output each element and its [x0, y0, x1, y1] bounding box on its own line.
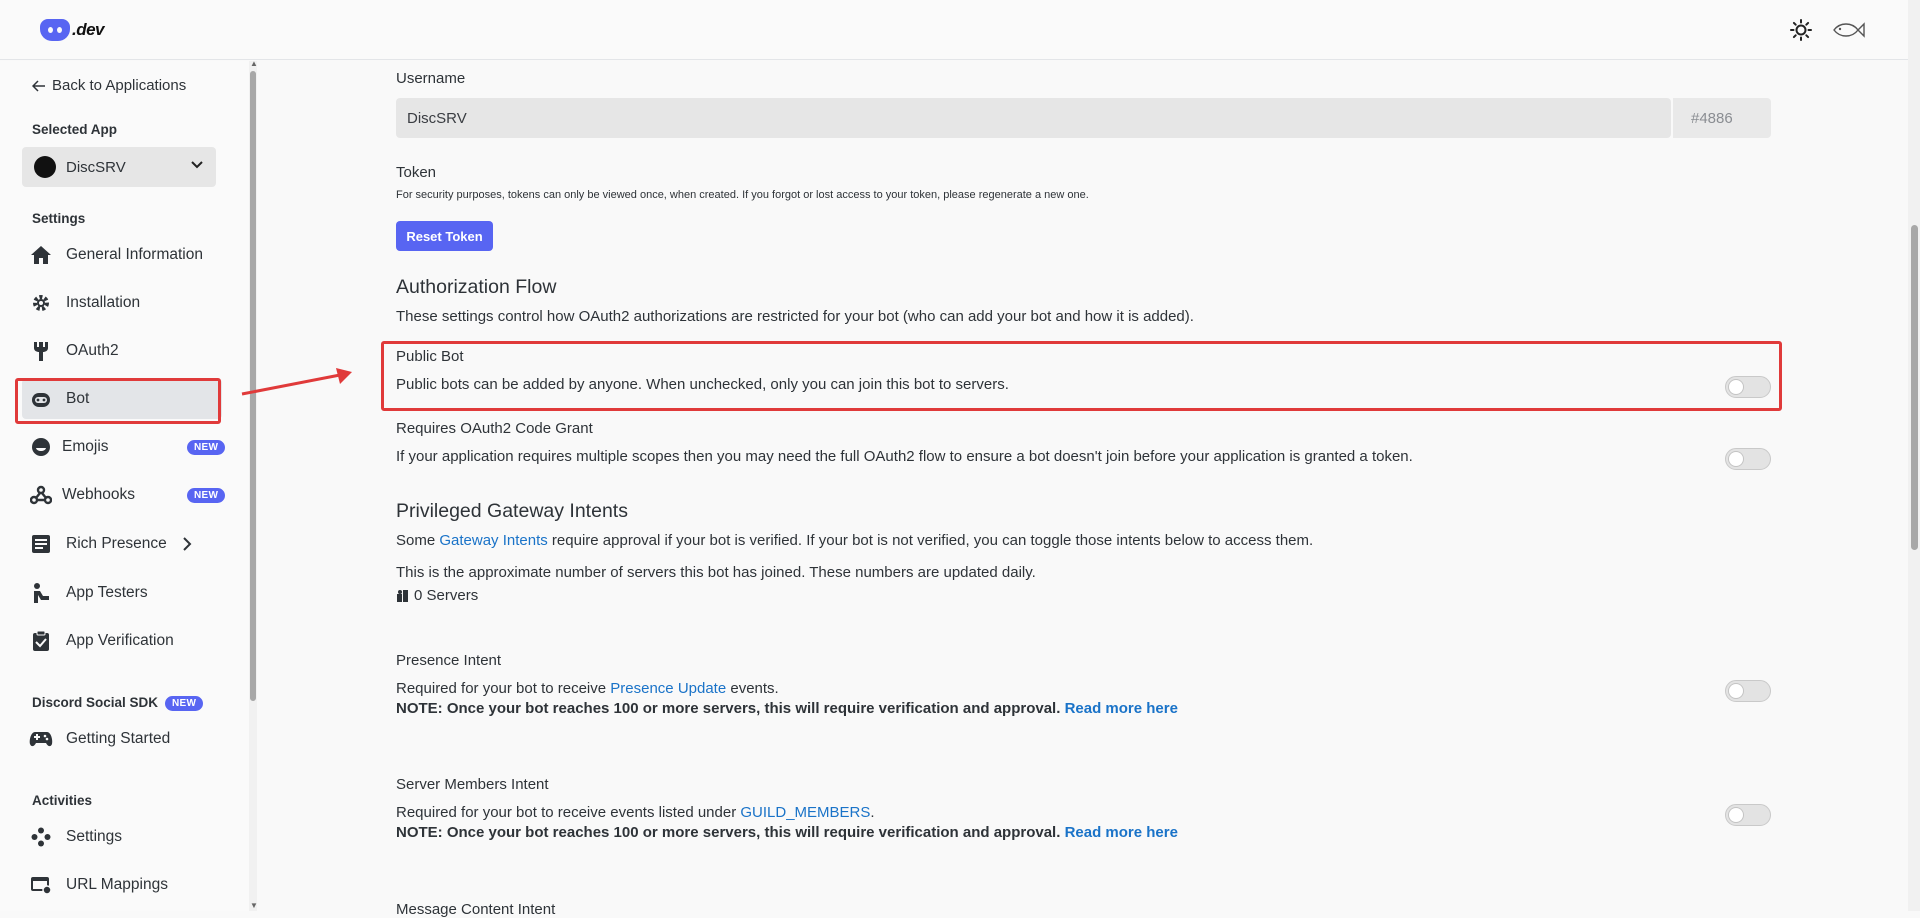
token-label: Token: [396, 164, 437, 181]
username-value: DiscSRV: [407, 110, 467, 127]
code-grant-label: Requires OAuth2 Code Grant: [396, 420, 593, 437]
gear-icon: [28, 290, 54, 316]
username-label: Username: [396, 70, 466, 87]
wrench-icon: [28, 338, 54, 364]
activity-settings-icon: [28, 824, 54, 850]
username-input[interactable]: DiscSRV: [396, 98, 1671, 138]
intents-desc-prefix: Some: [396, 532, 440, 549]
sidebar-item-activity-settings[interactable]: Settings: [22, 817, 222, 857]
home-icon: [28, 242, 54, 268]
sidebar-item-getting-started[interactable]: Getting Started: [22, 719, 222, 759]
server-members-intent-label: Server Members Intent: [396, 776, 549, 793]
settings-heading: Settings: [32, 211, 86, 226]
document-icon: [28, 531, 54, 557]
fish-icon[interactable]: [1830, 19, 1866, 41]
sidebar-item-label: Rich Presence: [66, 535, 167, 552]
reset-token-button[interactable]: Reset Token: [396, 221, 493, 251]
code-grant-toggle[interactable]: [1725, 448, 1771, 470]
token-help-text: For security purposes, tokens can only b…: [396, 189, 1089, 201]
discord-dev-logo[interactable]: .dev: [40, 17, 105, 43]
sidebar-item-label: App Verification: [66, 632, 174, 649]
sidebar-item-webhooks[interactable]: Webhooks NEW: [22, 475, 226, 515]
new-badge: NEW: [165, 696, 204, 711]
person-icon: [28, 580, 54, 606]
sidebar-item-label: App Testers: [66, 584, 148, 601]
public-bot-highlight: [381, 341, 1782, 411]
sidebar-item-app-verification[interactable]: App Verification: [22, 621, 222, 661]
top-bar: .dev: [0, 0, 1908, 60]
selected-app-heading: Selected App: [32, 122, 118, 137]
members-desc-suffix: .: [870, 804, 875, 821]
sidebar-item-installation[interactable]: Installation: [22, 283, 222, 323]
gamepad-icon: [28, 726, 54, 752]
sidebar-item-url-mappings[interactable]: URL Mappings: [22, 865, 222, 905]
presence-read-more-link[interactable]: Read more here: [1065, 700, 1178, 717]
main-scrollbar[interactable]: [1908, 0, 1920, 911]
arrow-left-icon: [32, 79, 45, 92]
code-grant-description: If your application requires multiple sc…: [396, 448, 1413, 465]
server-members-note: NOTE: Once your bot reaches 100 or more …: [396, 824, 1178, 841]
servers-note: This is the approximate number of server…: [396, 564, 1036, 581]
presence-desc-prefix: Required for your bot to receive: [396, 680, 611, 697]
sidebar-item-emojis[interactable]: Emojis NEW: [22, 427, 226, 467]
authorization-flow-heading: Authorization Flow: [396, 276, 557, 298]
clipboard-check-icon: [28, 628, 54, 654]
members-desc-prefix: Required for your bot to receive events …: [396, 804, 741, 821]
members-read-more-link[interactable]: Read more here: [1065, 824, 1178, 841]
chevron-down-icon: [191, 161, 203, 169]
annotation-arrow-icon: [241, 368, 352, 396]
chevron-right-icon: [183, 537, 192, 551]
sidebar-item-label: URL Mappings: [66, 876, 168, 893]
url-mappings-icon: [28, 872, 54, 898]
members-note-text: NOTE: Once your bot reaches 100 or more …: [396, 824, 1061, 841]
servers-icon: [397, 589, 408, 602]
sidebar-item-rich-presence[interactable]: Rich Presence: [22, 524, 222, 564]
sidebar-item-label: General Information: [66, 246, 203, 263]
sidebar-item-general-information[interactable]: General Information: [22, 235, 222, 275]
sidebar-scrollbar[interactable]: ▲ ▼: [249, 59, 258, 911]
servers-count-text: 0 Servers: [414, 587, 479, 604]
guild-members-link[interactable]: GUILD_MEMBERS: [740, 804, 870, 821]
logo-text: .dev: [72, 20, 105, 39]
sidebar-item-label: Getting Started: [66, 730, 171, 747]
intents-description: Some Gateway Intents require approval if…: [396, 532, 1313, 549]
social-sdk-heading: Discord Social SDK: [32, 695, 159, 710]
presence-note-text: NOTE: Once your bot reaches 100 or more …: [396, 700, 1061, 717]
server-members-description: Required for your bot to receive events …: [396, 804, 875, 821]
intents-desc-suffix: require approval if your bot is verified…: [547, 532, 1314, 549]
sun-icon[interactable]: [1790, 19, 1812, 41]
selected-app-name: DiscSRV: [66, 158, 126, 176]
server-members-toggle[interactable]: [1725, 804, 1771, 826]
new-badge: NEW: [187, 440, 226, 455]
presence-intent-note: NOTE: Once your bot reaches 100 or more …: [396, 700, 1178, 717]
discriminator-field: #4886: [1673, 98, 1771, 138]
back-label: Back to Applications: [52, 77, 187, 94]
sidebar-item-oauth2[interactable]: OAuth2: [22, 331, 222, 371]
app-selector[interactable]: DiscSRV: [22, 147, 216, 187]
servers-count: 0 Servers: [396, 587, 478, 604]
sidebar-item-label: Emojis: [62, 438, 109, 455]
presence-update-link[interactable]: Presence Update: [610, 680, 726, 697]
sidebar-item-label: Settings: [66, 828, 123, 845]
presence-desc-suffix: events.: [726, 680, 779, 697]
webhook-icon: [28, 482, 54, 508]
gateway-intents-link[interactable]: Gateway Intents: [439, 532, 547, 549]
message-content-intent-label: Message Content Intent: [396, 901, 556, 918]
smile-icon: [28, 434, 54, 460]
back-to-applications-link[interactable]: Back to Applications: [32, 77, 186, 94]
presence-intent-label: Presence Intent: [396, 652, 502, 669]
sidebar-bot-highlight: [15, 378, 221, 424]
sidebar-item-label: Installation: [66, 294, 141, 311]
discord-logo-icon: [40, 19, 70, 41]
presence-intent-description: Required for your bot to receive Presenc…: [396, 680, 779, 697]
privileged-intents-heading: Privileged Gateway Intents: [396, 500, 628, 522]
authorization-flow-description: These settings control how OAuth2 author…: [396, 308, 1194, 325]
sidebar-item-label: OAuth2: [66, 342, 119, 359]
app-avatar: [34, 156, 56, 178]
activities-heading: Activities: [32, 793, 93, 808]
sidebar-item-app-testers[interactable]: App Testers: [22, 573, 222, 613]
presence-intent-toggle[interactable]: [1725, 680, 1771, 702]
sidebar-item-label: Webhooks: [62, 486, 135, 503]
new-badge: NEW: [187, 488, 226, 503]
